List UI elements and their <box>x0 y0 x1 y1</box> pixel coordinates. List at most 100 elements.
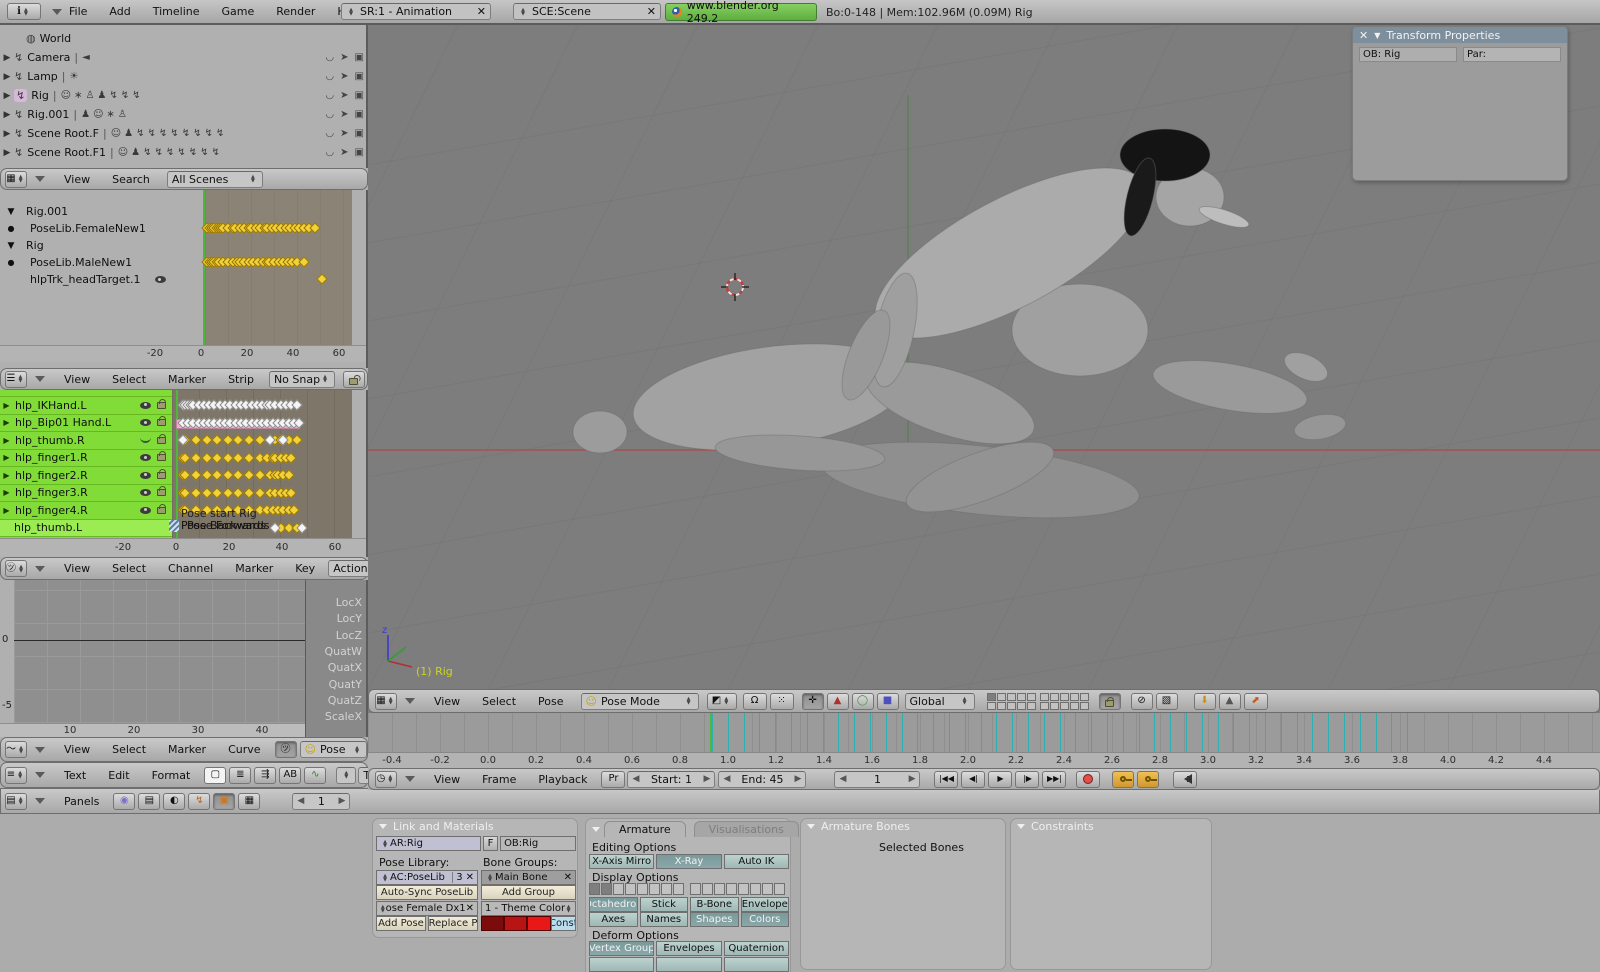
drawtype-b-bone-button[interactable]: B-Bone <box>690 897 739 912</box>
nla-channel-rig-001[interactable]: ▼Rig.001 <box>0 203 205 220</box>
action-type-button[interactable]: ㋡▲▼ <box>5 560 27 577</box>
marker-flag-icon[interactable] <box>169 520 179 532</box>
delete-group-icon[interactable]: ✕ <box>564 872 572 883</box>
lock-icon[interactable] <box>157 454 166 461</box>
text-menu-format[interactable]: Format <box>141 769 202 782</box>
pose-name-field[interactable]: ▲▼ose Female Dx1 ✕ <box>376 901 478 916</box>
text-menu-text[interactable]: Text <box>53 769 97 782</box>
current-frame-field[interactable]: ◀1▶ <box>834 771 920 788</box>
fake-user-button[interactable]: F <box>483 836 498 851</box>
screen-close-icon[interactable]: ✕ <box>472 5 486 18</box>
scene-stepper[interactable]: ▲▼ <box>518 8 528 16</box>
restrict-render-icon[interactable]: ▣ <box>355 52 364 63</box>
timeline-menu-view[interactable]: View <box>423 773 471 786</box>
clipped-button[interactable] <box>656 957 721 972</box>
layer-button-19[interactable] <box>1070 702 1079 710</box>
ipo-pin-button[interactable]: ㋡ <box>275 741 297 758</box>
ipo-type-button[interactable]: 〜▲▼ <box>5 741 27 758</box>
proportional-edit-button[interactable]: ⊘ <box>1131 693 1153 710</box>
panel-collapse-icon[interactable] <box>379 824 387 829</box>
nla-menu-select[interactable]: Select <box>101 373 157 386</box>
eye-icon[interactable] <box>140 402 151 409</box>
ipo-menu-curve[interactable]: Curve <box>217 743 271 756</box>
logic-context-button[interactable]: ◉ <box>113 793 135 810</box>
expand-icon[interactable]: ▶ <box>0 53 14 63</box>
action-menu-select[interactable]: Select <box>101 562 157 575</box>
display-shapes-button[interactable]: Shapes <box>690 912 739 927</box>
eye-icon[interactable] <box>140 507 151 514</box>
timeline-type-button[interactable]: ◷▲▼ <box>375 771 397 788</box>
eye-icon[interactable] <box>155 276 166 283</box>
expand-icon[interactable]: ▶ <box>0 453 13 462</box>
layer-button-1[interactable] <box>987 693 996 701</box>
action-channel-hlp-thumb-r[interactable]: ▶hlp_thumb.R <box>0 432 172 450</box>
close-panel-icon[interactable]: ✕ <box>1359 29 1368 42</box>
topbar-menu-game[interactable]: Game <box>211 5 266 18</box>
action-menu-channel[interactable]: Channel <box>157 562 224 575</box>
ob-name-field[interactable]: OB: Rig <box>1359 47 1457 62</box>
eye-closed-icon[interactable] <box>140 437 151 443</box>
layer-button-14[interactable] <box>1070 693 1079 701</box>
layer-button-15[interactable] <box>1080 693 1089 701</box>
lock-icon[interactable] <box>157 437 166 444</box>
outliner-menu-search[interactable]: Search <box>101 173 161 186</box>
scene-selector[interactable]: ▲▼ SCE:Scene ✕ <box>513 3 661 20</box>
nla-type-button[interactable]: ☰▲▼ <box>5 371 27 388</box>
link-materials-header[interactable]: Link and Materials <box>373 819 577 834</box>
action-menu-key[interactable]: Key <box>284 562 326 575</box>
replace-pose-button[interactable]: Replace P <box>428 916 478 931</box>
armature-layer-button-9[interactable] <box>690 883 701 895</box>
action-menu-marker[interactable]: Marker <box>224 562 284 575</box>
nla-menu-strip[interactable]: Strip <box>217 373 265 386</box>
ipo-channel-quatz[interactable]: QuatZ <box>328 694 362 707</box>
armature-layer-button-1[interactable] <box>589 883 600 895</box>
add-group-button[interactable]: Add Group <box>481 885 576 900</box>
layer-button-3[interactable] <box>1007 693 1016 701</box>
ipo-grid[interactable] <box>14 580 305 723</box>
draw-type-button[interactable]: ◩▲▼ <box>707 693 737 710</box>
layer-button-20[interactable] <box>1080 702 1089 710</box>
ipo-channel-quatx[interactable]: QuatX <box>328 661 362 674</box>
bone-group-field[interactable]: ▲▼Main Bone ✕ <box>481 870 576 885</box>
text-menu-collapse-icon[interactable] <box>35 772 45 778</box>
outliner-item-camera[interactable]: ▶↯Camera|◄◡➤▣ <box>0 48 368 67</box>
page-prev-icon[interactable]: ◀ <box>297 796 304 806</box>
expand-icon[interactable]: ▶ <box>0 110 14 120</box>
nla-channel-poselib-femalenew1[interactable]: ●PoseLib.FemaleNew1 <box>0 220 205 237</box>
group-color-swatch-2[interactable] <box>504 916 527 931</box>
ipo-channel-quatw[interactable]: QuatW <box>324 645 362 658</box>
text-stepper-field[interactable]: ▲▼ <box>336 767 356 784</box>
eye-icon[interactable] <box>140 419 151 426</box>
ipo-menu-select[interactable]: Select <box>101 743 157 756</box>
armature-layer-button-5[interactable] <box>637 883 648 895</box>
text-type-button[interactable]: ≡▲▼ <box>5 767 27 784</box>
armature-layer-button-12[interactable] <box>726 883 737 895</box>
drawtype-envelope-button[interactable]: Envelope <box>741 897 790 912</box>
window-type-stepper[interactable]: ▲▼ <box>21 8 31 16</box>
restrict-view-icon[interactable]: ◡ <box>325 128 334 139</box>
timeline-menu-playback[interactable]: Playback <box>527 773 598 786</box>
delete-pose-icon[interactable]: ✕ <box>466 903 474 914</box>
deform-vertex-group-button[interactable]: Vertex Group <box>589 941 654 956</box>
buttons-menu-collapse-icon[interactable] <box>35 798 45 804</box>
editing-context-button[interactable]: ▣ <box>213 793 235 810</box>
ipo-menu-collapse-icon[interactable] <box>35 747 45 753</box>
armature-layer-button-16[interactable] <box>774 883 785 895</box>
text-menu-edit[interactable]: Edit <box>97 769 140 782</box>
viewport-menu-pose[interactable]: Pose <box>527 695 574 708</box>
word-wrap-button[interactable]: ⇶ <box>254 767 276 784</box>
topbar-menu-file[interactable]: File <box>58 5 98 18</box>
next-key-button[interactable]: |▶ <box>1015 771 1039 788</box>
restrict-select-icon[interactable]: ➤ <box>340 71 348 82</box>
outliner-item-world[interactable]: ◍World <box>0 29 368 48</box>
editing-x-axis-mirro-button[interactable]: X-Axis Mirro <box>589 854 654 869</box>
viewport-menu-select[interactable]: Select <box>471 695 527 708</box>
eye-icon[interactable] <box>140 489 151 496</box>
expand-icon[interactable]: ▶ <box>0 488 13 497</box>
line-numbers-button[interactable]: ≣ <box>229 767 251 784</box>
restrict-render-icon[interactable]: ▣ <box>355 109 364 120</box>
nla-channel-poselib-malenew1[interactable]: ●PoseLib.MaleNew1 <box>0 254 205 271</box>
page-next-icon[interactable]: ▶ <box>338 796 345 806</box>
expand-icon[interactable]: ▶ <box>0 471 13 480</box>
lock-icon[interactable] <box>157 402 166 409</box>
